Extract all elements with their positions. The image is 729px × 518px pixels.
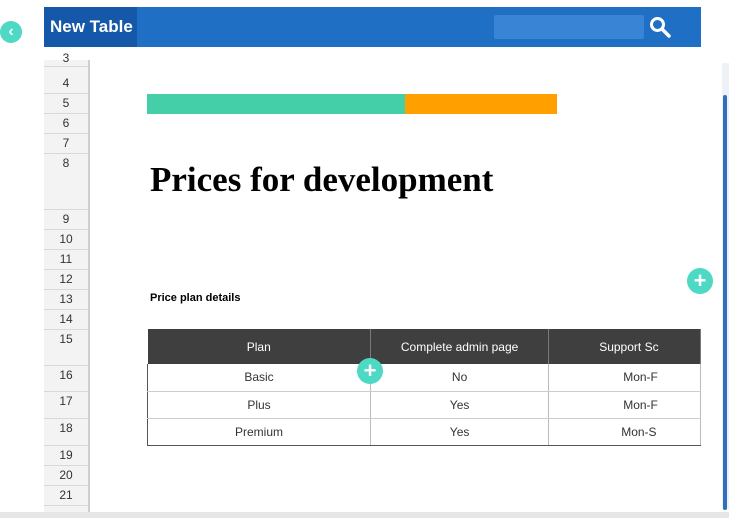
row-number[interactable]: 4: [44, 74, 88, 94]
plus-icon: +: [363, 358, 377, 383]
row-number[interactable]: 3: [44, 52, 88, 67]
table-cell[interactable]: Mon-S: [548, 418, 701, 446]
row-number[interactable]: 12: [44, 270, 88, 290]
horizontal-scrollbar[interactable]: [0, 512, 729, 518]
price-table: Plan Complete admin page Support Sc Basi…: [147, 329, 701, 446]
table-caption[interactable]: Price plan details: [150, 292, 240, 304]
table-header-text: Support Sc: [599, 339, 659, 354]
add-row-button[interactable]: +: [357, 358, 383, 384]
table-row: Premium Yes Mon-S: [147, 418, 701, 446]
table-cell[interactable]: Basic: [147, 364, 371, 392]
table-cell-text: Mon-S: [621, 424, 657, 439]
row-number[interactable]: 6: [44, 114, 88, 134]
plus-icon: +: [693, 268, 707, 293]
table-cell-text: Mon-F: [623, 397, 658, 412]
table-row: Basic No Mon-F: [147, 364, 701, 392]
table-cell[interactable]: Yes: [370, 391, 550, 419]
row-number[interactable]: 5: [44, 94, 88, 114]
table-row: Plus Yes Mon-F: [147, 391, 701, 419]
row-number[interactable]: 8: [44, 154, 88, 210]
chevron-left-icon: ‹: [8, 23, 14, 40]
document-canvas: Prices for development Price plan detail…: [92, 47, 701, 518]
table-header-row: Plan Complete admin page Support Sc: [147, 329, 701, 364]
row-number[interactable]: 9: [44, 210, 88, 230]
table-cell[interactable]: No: [370, 364, 550, 392]
search-icon[interactable]: [648, 15, 672, 39]
search-input[interactable]: [494, 15, 644, 39]
row-number[interactable]: 11: [44, 250, 88, 270]
row-number[interactable]: 10: [44, 230, 88, 250]
row-number[interactable]: 13: [44, 290, 88, 310]
row-number[interactable]: 20: [44, 466, 88, 486]
table-header-cell[interactable]: Support Sc: [548, 329, 701, 364]
table-header-cell[interactable]: Plan: [147, 329, 371, 364]
table-cell[interactable]: Premium: [147, 418, 371, 446]
row-number[interactable]: 16: [44, 366, 88, 392]
vertical-scrollbar[interactable]: [722, 63, 729, 510]
table-cell[interactable]: Mon-F: [548, 364, 701, 392]
table-cell-text: Mon-F: [623, 370, 658, 385]
row-number-gutter: 3 4 5 6 7 8 9 10 11 12 13 14 15 16 17 18…: [44, 52, 90, 518]
row-number[interactable]: 21: [44, 486, 88, 506]
table-cell[interactable]: Plus: [147, 391, 371, 419]
row-number[interactable]: 18: [44, 419, 88, 446]
accent-bar-orange: [405, 94, 557, 114]
accent-bar-green: [147, 94, 405, 114]
table-cell[interactable]: Yes: [370, 418, 550, 446]
row-number[interactable]: 14: [44, 310, 88, 330]
back-button[interactable]: ‹: [0, 21, 22, 43]
row-number[interactable]: 17: [44, 392, 88, 419]
row-number[interactable]: 19: [44, 446, 88, 466]
row-number[interactable]: 15: [44, 330, 88, 366]
add-section-button[interactable]: +: [687, 268, 713, 294]
table-header-cell[interactable]: Complete admin page: [370, 329, 550, 364]
scrollbar-thumb[interactable]: [723, 95, 727, 510]
page-title[interactable]: Prices for development: [150, 160, 493, 200]
table-cell[interactable]: Mon-F: [548, 391, 701, 419]
app-title: New Table: [44, 7, 137, 47]
top-bar: New Table: [44, 7, 701, 47]
row-number[interactable]: 7: [44, 134, 88, 154]
